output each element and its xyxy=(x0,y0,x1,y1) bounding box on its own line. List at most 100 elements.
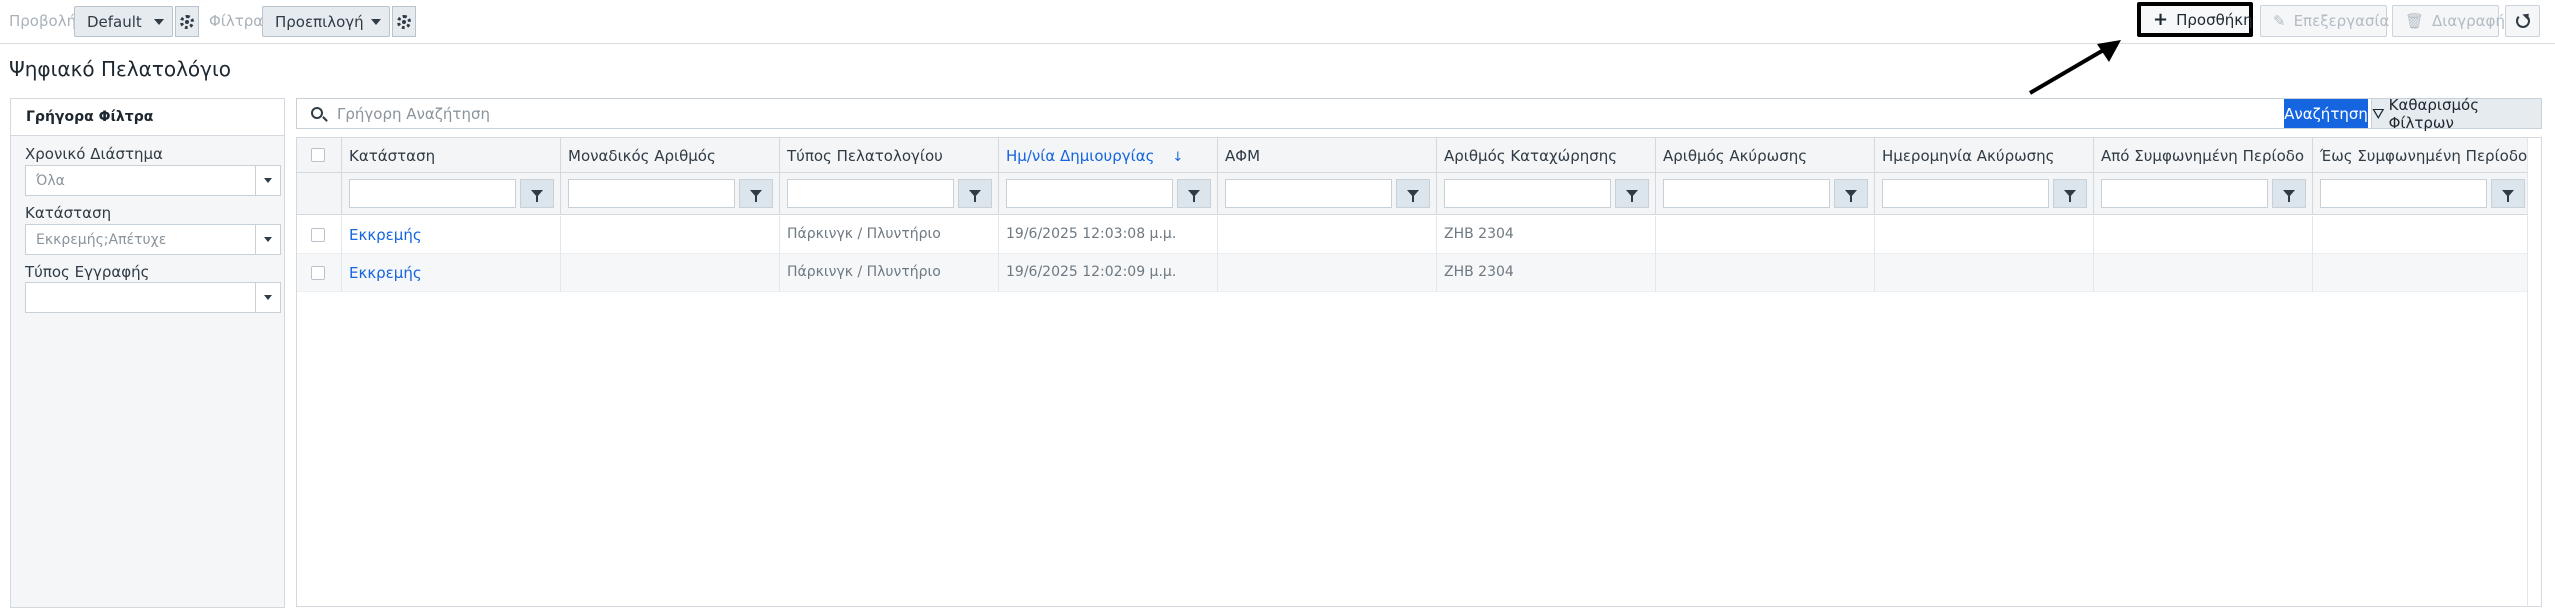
table-row[interactable]: Εκκρεμής Πάρκινγκ / Πλυντήριο 19/6/2025 … xyxy=(297,254,2528,292)
cancellation-number-cell xyxy=(1656,254,1875,292)
edit-button-label: Επεξεργασία xyxy=(2293,12,2390,30)
clear-filter-icon: ⛛ xyxy=(2372,104,2385,123)
delete-button[interactable]: 🗑 Διαγραφή xyxy=(2392,5,2505,37)
grid-vertical-scrollbar[interactable] xyxy=(2527,138,2541,606)
chevron-down-icon xyxy=(255,283,280,312)
view-label: Προβολή xyxy=(9,12,77,30)
filters-select-value: Προεπιλογή xyxy=(275,12,364,31)
column-header-creation-date[interactable]: Ημ/νία Δημιουργίας ↓ xyxy=(999,138,1218,173)
sort-down-icon: ↓ xyxy=(1172,150,1184,165)
filter-input[interactable] xyxy=(2101,179,2268,208)
filter-input[interactable] xyxy=(787,179,954,208)
filter-input[interactable] xyxy=(1006,179,1173,208)
chevron-down-icon xyxy=(255,225,280,254)
column-header-registration-number[interactable]: Αριθμός Καταχώρησης xyxy=(1437,138,1656,173)
status-link[interactable]: Εκκρεμής xyxy=(342,254,561,292)
column-header-unique-number[interactable]: Μοναδικός Αριθμός xyxy=(561,138,780,173)
filter-button[interactable] xyxy=(1177,179,1211,208)
table-row[interactable]: Εκκρεμής Πάρκινγκ / Πλυντήριο 19/6/2025 … xyxy=(297,216,2528,254)
filter-button[interactable] xyxy=(520,179,554,208)
funnel-icon xyxy=(969,190,981,202)
pencil-icon: ✎ xyxy=(2273,12,2286,30)
filter-input[interactable] xyxy=(1444,179,1611,208)
filter-button[interactable] xyxy=(1396,179,1430,208)
funnel-icon xyxy=(1407,190,1419,202)
row-checkbox[interactable] xyxy=(311,266,325,280)
filters-settings-button[interactable] xyxy=(392,6,416,37)
filter-input[interactable] xyxy=(1663,179,1830,208)
customer-type-cell: Πάρκινγκ / Πλυντήριο xyxy=(780,216,999,254)
view-settings-button[interactable] xyxy=(175,6,199,37)
creation-date-cell: 19/6/2025 12:02:09 μ.μ. xyxy=(999,254,1218,292)
quick-search-input[interactable] xyxy=(337,99,2237,128)
column-header-afm[interactable]: ΑΦΜ xyxy=(1218,138,1437,173)
filter-button[interactable] xyxy=(739,179,773,208)
add-button[interactable]: + Προσθήκη xyxy=(2137,2,2253,37)
quick-filters-panel: Γρήγορα Φίλτρα Χρονικό Διάστημα Όλα Κατά… xyxy=(10,98,285,608)
clear-filters-button[interactable]: ⛛ Καθαρισμός Φίλτρων xyxy=(2371,96,2541,132)
filter-button[interactable] xyxy=(1834,179,1868,208)
quick-search-bar: Αναζήτηση ⛛ Καθαρισμός Φίλτρων xyxy=(296,96,2542,132)
filter-cell xyxy=(1437,173,1656,215)
column-header-period-to[interactable]: Έως Συμφωνημένη Περίοδο xyxy=(2313,138,2528,173)
row-checkbox[interactable] xyxy=(311,228,325,242)
status-label: Κατάσταση xyxy=(25,204,112,222)
unique-number-cell xyxy=(561,254,780,292)
chevron-down-icon xyxy=(154,19,164,25)
status-value: Εκκρεμής;Απέτυχε xyxy=(36,231,167,248)
record-type-select[interactable] xyxy=(25,282,281,313)
filter-button[interactable] xyxy=(1615,179,1649,208)
creation-date-cell: 19/6/2025 12:03:08 μ.μ. xyxy=(999,216,1218,254)
time-range-value: Όλα xyxy=(36,172,65,189)
status-link[interactable]: Εκκρεμής xyxy=(342,216,561,254)
filter-input[interactable] xyxy=(568,179,735,208)
filter-input[interactable] xyxy=(349,179,516,208)
status-select[interactable]: Εκκρεμής;Απέτυχε xyxy=(25,224,281,255)
filter-button[interactable] xyxy=(2272,179,2306,208)
trash-icon: 🗑 xyxy=(2405,12,2425,30)
column-header-customer-type[interactable]: Τύπος Πελατολογίου xyxy=(780,138,999,173)
cancellation-date-cell xyxy=(1875,254,2094,292)
grid-filter-row xyxy=(297,173,2528,215)
funnel-icon xyxy=(1626,190,1638,202)
row-select-cell xyxy=(297,216,342,254)
refresh-button[interactable] xyxy=(2505,5,2540,37)
column-header-cancellation-number[interactable]: Αριθμός Ακύρωσης xyxy=(1656,138,1875,173)
gear-icon xyxy=(180,14,194,29)
time-range-select[interactable]: Όλα xyxy=(25,165,281,196)
filter-button[interactable] xyxy=(958,179,992,208)
funnel-icon xyxy=(1188,190,1200,202)
filters-select[interactable]: Προεπιλογή xyxy=(262,6,390,37)
add-button-label: Προσθήκη xyxy=(2176,10,2253,29)
afm-cell xyxy=(1218,216,1437,254)
registration-number-cell: ZHB 2304 xyxy=(1437,216,1656,254)
edit-button[interactable]: ✎ Επεξεργασία xyxy=(2260,5,2390,37)
search-icon xyxy=(311,107,323,119)
funnel-icon xyxy=(750,190,762,202)
filter-cell xyxy=(999,173,1218,215)
record-type-label: Τύπος Εγγραφής xyxy=(25,263,150,281)
filter-button[interactable] xyxy=(2053,179,2087,208)
column-header-cancellation-date[interactable]: Ημερομηνία Ακύρωσης xyxy=(1875,138,2094,173)
chevron-down-icon xyxy=(255,166,280,195)
column-header-status[interactable]: Κατάσταση xyxy=(342,138,561,173)
chevron-down-icon xyxy=(371,19,381,25)
select-all-checkbox[interactable] xyxy=(311,148,325,162)
funnel-icon xyxy=(1845,190,1857,202)
cancellation-number-cell xyxy=(1656,216,1875,254)
filter-input[interactable] xyxy=(1882,179,2049,208)
search-button[interactable]: Αναζήτηση xyxy=(2284,99,2368,128)
view-select[interactable]: Default xyxy=(74,6,173,37)
refresh-icon xyxy=(2515,14,2530,28)
column-header-period-from[interactable]: Από Συμφωνημένη Περίοδο xyxy=(2094,138,2313,173)
filter-input[interactable] xyxy=(2320,179,2487,208)
plus-icon: + xyxy=(2153,8,2169,30)
filter-cell xyxy=(342,173,561,215)
funnel-icon xyxy=(2064,190,2076,202)
filter-button[interactable] xyxy=(2491,179,2525,208)
registration-number-cell: ZHB 2304 xyxy=(1437,254,1656,292)
funnel-icon xyxy=(2502,190,2514,202)
unique-number-cell xyxy=(561,216,780,254)
filter-input[interactable] xyxy=(1225,179,1392,208)
cancellation-date-cell xyxy=(1875,216,2094,254)
